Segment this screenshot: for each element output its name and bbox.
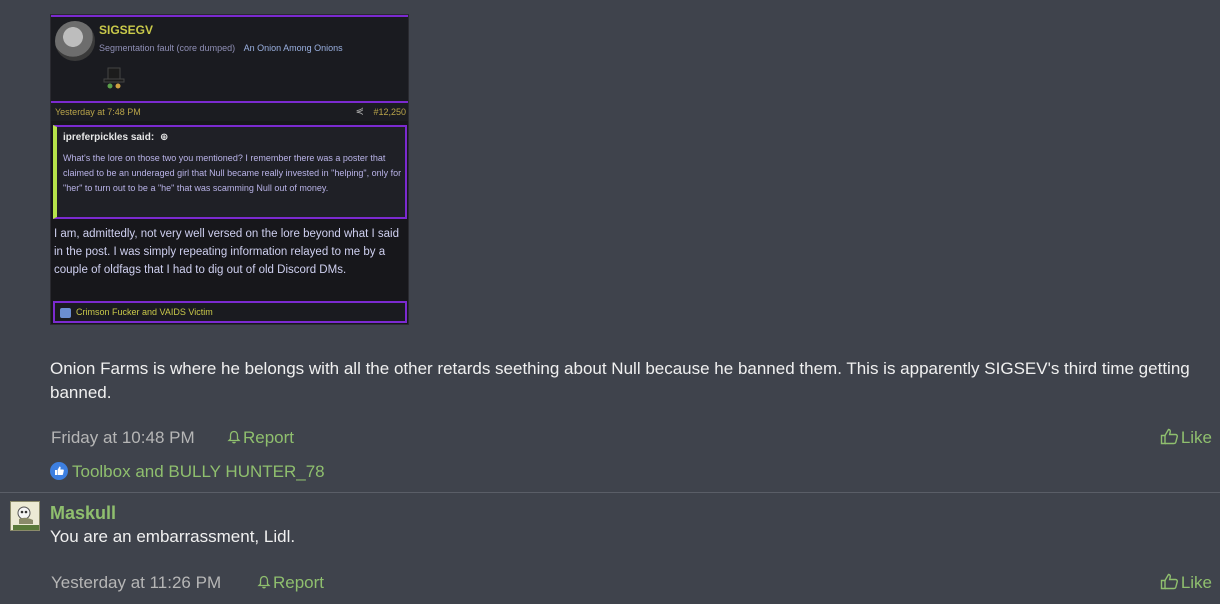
like-button[interactable]: Like: [1160, 573, 1212, 593]
post-date[interactable]: Friday at 10:48 PM: [51, 428, 195, 448]
like-label: Like: [1180, 573, 1212, 592]
report-button[interactable]: Report: [257, 573, 324, 593]
embed-header: SIGSEGV Segmentation fault (core dumped)…: [51, 17, 408, 113]
report-label: Report: [273, 573, 325, 592]
embed-title2: An Onion Among Onions: [243, 43, 343, 53]
embed-post-number: #12,250: [373, 107, 406, 117]
embed-meta-bar: Yesterday at 7:48 PM ⋞ #12,250: [51, 103, 408, 121]
thumbs-up-icon: [1160, 428, 1178, 445]
share-icon: ⋞: [355, 106, 364, 117]
embed-username: SIGSEGV: [99, 23, 154, 37]
embed-signature: Crimson Fucker and VAIDS Victim: [53, 301, 407, 323]
quote-text: What's the lore on those two you mention…: [63, 153, 402, 193]
embed-body: I am, admittedly, not very well versed o…: [54, 228, 399, 276]
embed-user-title: Segmentation fault (core dumped) An Onio…: [99, 43, 343, 53]
embed-date: Yesterday at 7:48 PM: [55, 107, 141, 117]
bell-icon: [227, 430, 241, 444]
embed-subtitle: Segmentation fault (core dumped): [99, 43, 236, 53]
arrow-up-icon: ⊕: [159, 132, 169, 143]
username-link[interactable]: Maskull: [50, 503, 116, 524]
like-button[interactable]: Like: [1160, 428, 1212, 448]
embed-avatar: [55, 21, 95, 61]
post-2: Maskull You are an embarrassment, Lidl. …: [0, 493, 1220, 604]
bell-icon: [257, 575, 271, 589]
top-hat-icon: [103, 67, 125, 89]
post-footer: Friday at 10:48 PM Report Like: [0, 425, 1220, 451]
post-message: You are an embarrassment, Lidl.: [50, 527, 296, 546]
embed-quote: ipreferpickles said: ⊕ What's the lore o…: [53, 125, 407, 219]
avatar[interactable]: [10, 501, 40, 531]
avatar-image: [11, 502, 39, 530]
post-1: SIGSEGV Segmentation fault (core dumped)…: [0, 0, 1220, 492]
like-reaction-icon: [50, 462, 68, 480]
like-label: Like: [1180, 428, 1212, 447]
post-date[interactable]: Yesterday at 11:26 PM: [51, 573, 221, 593]
reactions-bar[interactable]: Toolbox and BULLY HUNTER_78: [50, 462, 325, 484]
reactions-text: Toolbox and BULLY HUNTER_78: [72, 462, 325, 481]
quote-header: ipreferpickles said: ⊕: [63, 132, 168, 143]
badge-icon: [60, 308, 71, 318]
report-button[interactable]: Report: [227, 428, 294, 448]
report-label: Report: [243, 428, 295, 447]
quote-author: ipreferpickles said:: [63, 132, 155, 143]
thumbs-up-icon: [1160, 573, 1178, 590]
post-message: Onion Farms is where he belongs with all…: [50, 359, 1190, 402]
embedded-screenshot[interactable]: SIGSEGV Segmentation fault (core dumped)…: [50, 14, 409, 325]
signature-text: Crimson Fucker and VAIDS Victim: [76, 307, 213, 317]
post-footer: Yesterday at 11:26 PM Report Like: [0, 570, 1220, 596]
